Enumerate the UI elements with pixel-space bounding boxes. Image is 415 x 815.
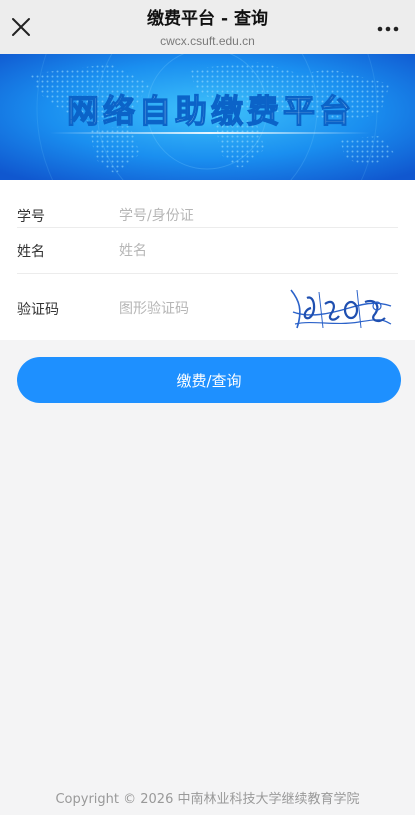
banner-title: 网络自助缴费平台 [67,92,355,130]
title-block: 缴费平台 - 查询 cwcx.csuft.edu.cn [60,8,355,50]
banner: 网络自助缴费平台 [0,54,415,180]
divider [17,227,398,228]
top-bar: 缴费平台 - 查询 cwcx.csuft.edu.cn [0,0,415,54]
query-form: 学号 姓名 验证码 [0,180,415,340]
more-icon[interactable] [377,26,399,32]
student-id-row: 学号 [0,192,415,238]
student-id-label: 学号 [17,209,45,225]
captcha-input[interactable] [115,297,283,321]
page-url: cwcx.csuft.edu.cn [160,34,255,48]
captcha-image[interactable] [289,284,393,332]
name-label: 姓名 [17,244,45,260]
divider [17,273,398,274]
page: 缴费平台 - 查询 cwcx.csuft.edu.cn 网络自助缴费平台 学号 … [0,0,415,815]
page-title: 缴费平台 - 查询 [147,9,268,29]
student-id-input[interactable] [115,204,373,228]
footer-copyright: Copyright © 2026 中南林业科技大学继续教育学院 [55,792,360,807]
captcha-label: 验证码 [17,302,59,318]
close-icon[interactable] [10,16,32,38]
name-row: 姓名 [0,238,415,284]
name-input[interactable] [115,239,373,263]
banner-image: 网络自助缴费平台 [0,54,415,180]
submit-button[interactable]: 缴费/查询 [17,357,401,403]
